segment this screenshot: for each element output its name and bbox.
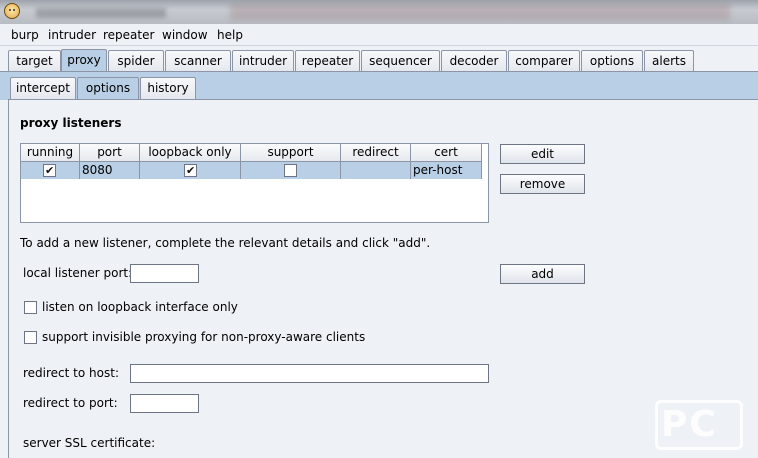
column-header-running[interactable]: running: [21, 144, 80, 162]
burp-app-icon: [4, 3, 20, 19]
remove-button[interactable]: remove: [500, 174, 585, 194]
column-header-cert[interactable]: cert: [411, 144, 482, 162]
window-title-bar: [0, 0, 758, 24]
cell-running[interactable]: [21, 162, 80, 179]
support-invisible-checkbox[interactable]: [284, 164, 297, 177]
loopback-interface-checkbox[interactable]: [24, 301, 37, 314]
add-button[interactable]: add: [500, 264, 585, 284]
tab-alerts[interactable]: alerts: [644, 50, 694, 72]
subtab-intercept[interactable]: intercept: [10, 77, 76, 99]
server-ssl-certificate-label: server SSL certificate:: [23, 436, 156, 450]
table-row[interactable]: 8080 per-host: [21, 162, 482, 179]
proxy-listeners-table[interactable]: running port loopback only support invis…: [20, 143, 489, 223]
subtab-options[interactable]: options: [77, 77, 139, 99]
menu-repeater[interactable]: repeater: [103, 28, 154, 42]
loopback-only-checkbox[interactable]: [184, 163, 197, 179]
menu-bar: burp intruder repeater window help: [0, 24, 758, 46]
redirect-port-label: redirect to port:: [23, 396, 118, 410]
section-title-proxy-listeners: proxy listeners: [20, 116, 122, 130]
menu-help[interactable]: help: [217, 28, 243, 42]
cell-port: 8080: [80, 162, 140, 179]
local-listener-port-label: local listener port:: [23, 266, 133, 280]
tab-spider[interactable]: spider: [108, 50, 164, 72]
invisible-proxying-checkbox[interactable]: [24, 331, 37, 344]
column-header-redirect[interactable]: redirect: [341, 144, 411, 162]
blurred-title-region: [230, 4, 730, 20]
menu-window[interactable]: window: [162, 28, 208, 42]
redirect-host-label: redirect to host:: [23, 366, 119, 380]
cell-cert: per-host: [411, 162, 482, 179]
tab-intruder[interactable]: intruder: [232, 50, 294, 72]
proxy-subtab-bar: intercept options history: [0, 72, 758, 100]
column-header-port[interactable]: port: [80, 144, 140, 162]
menu-intruder[interactable]: intruder: [48, 28, 96, 42]
cell-redirect: [341, 162, 411, 179]
cell-support-invisible[interactable]: [241, 162, 341, 179]
tab-scanner[interactable]: scanner: [165, 50, 231, 72]
tab-decoder[interactable]: decoder: [441, 50, 507, 72]
tab-target[interactable]: target: [8, 50, 61, 72]
tab-options[interactable]: options: [581, 50, 643, 72]
main-tab-bar: target proxy spider scanner intruder rep…: [0, 46, 758, 73]
tab-repeater[interactable]: repeater: [295, 50, 360, 72]
watermark-logo: PC: [655, 400, 743, 458]
running-checkbox[interactable]: [43, 163, 56, 179]
instructions-text: To add a new listener, complete the rele…: [20, 236, 431, 250]
watermark-text: PC: [661, 404, 718, 445]
redirect-host-input[interactable]: [130, 364, 489, 383]
subtab-history[interactable]: history: [140, 77, 196, 99]
table-header: running port loopback only support invis…: [21, 144, 482, 176]
blurred-title-region: [36, 8, 166, 18]
cell-loopback-only[interactable]: [140, 162, 241, 179]
menu-burp[interactable]: burp: [11, 28, 39, 42]
edit-button[interactable]: edit: [500, 144, 585, 164]
redirect-port-input[interactable]: [130, 394, 199, 413]
tab-proxy[interactable]: proxy: [61, 49, 107, 73]
tab-sequencer[interactable]: sequencer: [361, 50, 440, 72]
column-header-loopback-only[interactable]: loopback only: [140, 144, 241, 162]
tab-comparer[interactable]: comparer: [508, 50, 580, 72]
local-listener-port-input[interactable]: [130, 264, 199, 283]
invisible-proxying-label: support invisible proxying for non-proxy…: [42, 330, 366, 344]
column-header-support-invisible[interactable]: support invisible: [241, 144, 341, 176]
loopback-interface-label: listen on loopback interface only: [42, 300, 238, 314]
